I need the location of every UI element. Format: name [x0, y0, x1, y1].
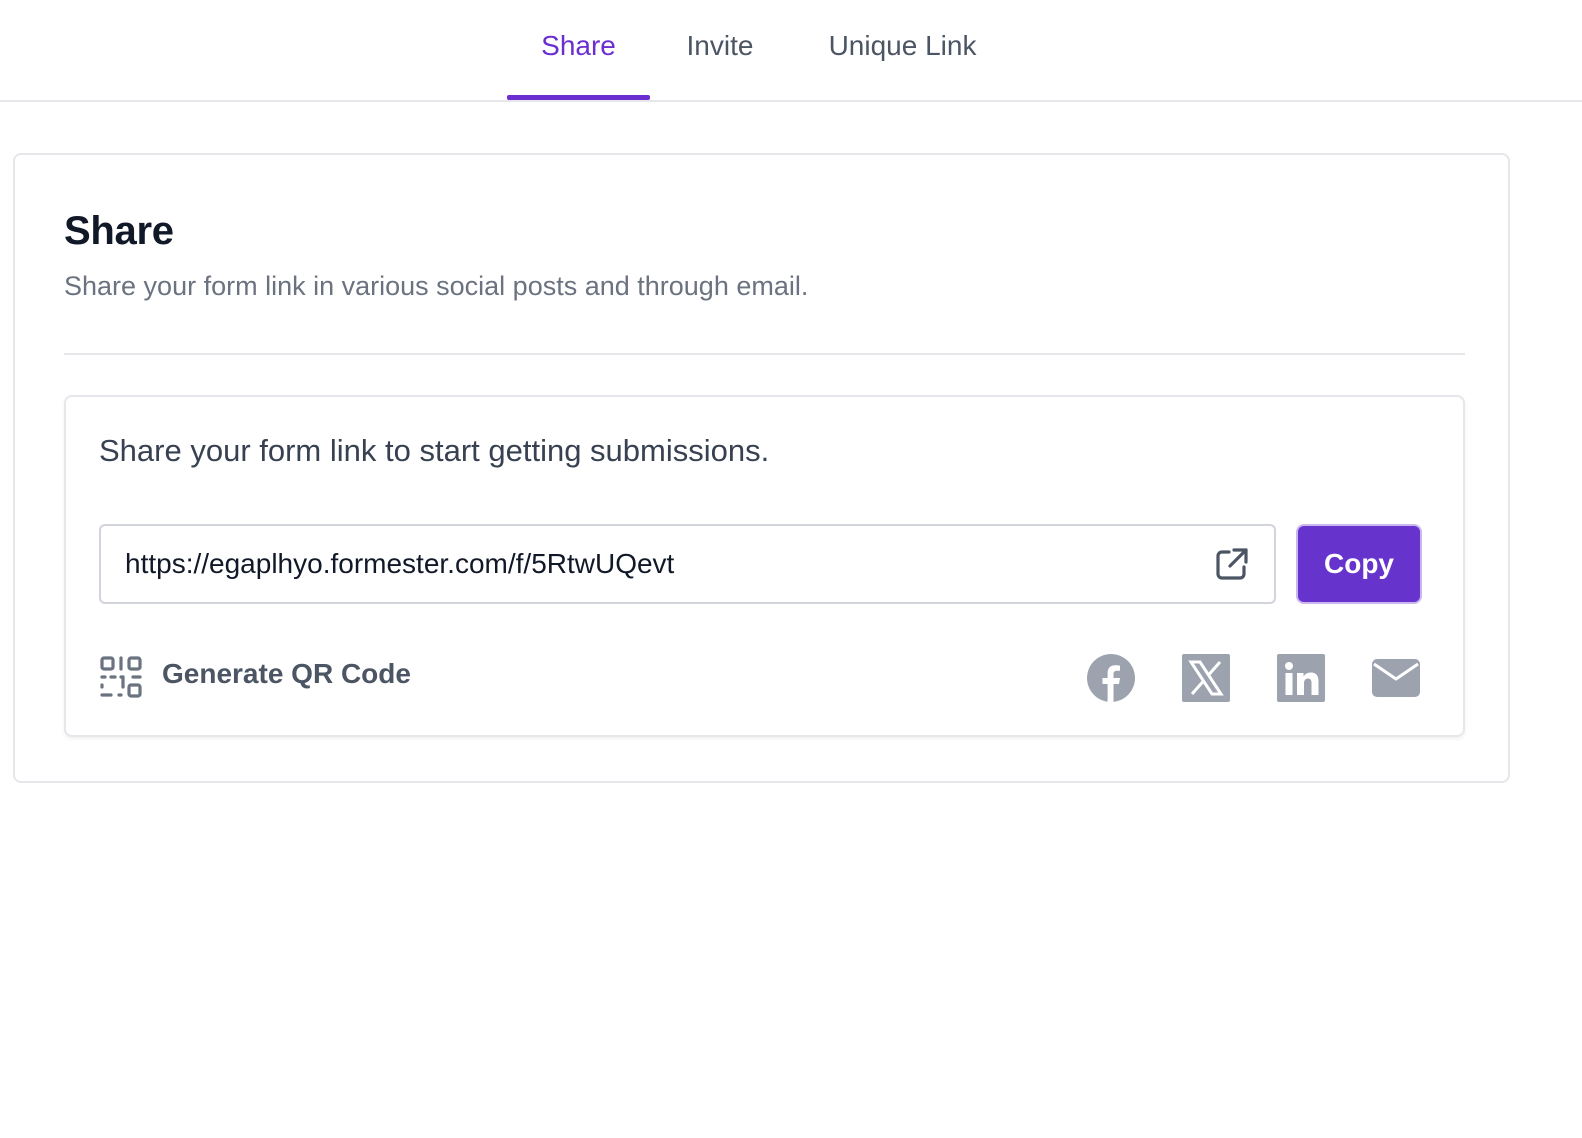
tab-invite[interactable]: Invite [668, 0, 772, 100]
tab-share[interactable]: Share [507, 0, 650, 100]
qr-code-label: Generate QR Code [162, 658, 411, 689]
divider [64, 353, 1465, 355]
tab-unique-link[interactable]: Unique Link [810, 0, 995, 100]
copy-button[interactable]: Copy [1298, 526, 1420, 602]
email-icon[interactable] [1371, 653, 1421, 703]
tab-bar: Share Invite Unique Link [0, 0, 1582, 102]
form-link-value[interactable]: https://egaplhyo.formester.com/f/5RtwUQe… [125, 526, 674, 602]
form-link-field[interactable]: https://egaplhyo.formester.com/f/5RtwUQe… [99, 524, 1276, 604]
share-prompt: Share your form link to start getting su… [99, 433, 770, 468]
share-card: Share Share your form link in various so… [13, 153, 1510, 783]
qr-code-icon [99, 655, 143, 699]
x-twitter-icon[interactable] [1181, 653, 1231, 703]
external-link-icon[interactable] [1212, 544, 1252, 584]
section-title: Share [64, 209, 174, 253]
share-link-panel: Share your form link to start getting su… [64, 395, 1465, 737]
linkedin-icon[interactable] [1276, 653, 1326, 703]
section-description: Share your form link in various social p… [64, 271, 809, 301]
facebook-icon[interactable] [1086, 653, 1136, 703]
